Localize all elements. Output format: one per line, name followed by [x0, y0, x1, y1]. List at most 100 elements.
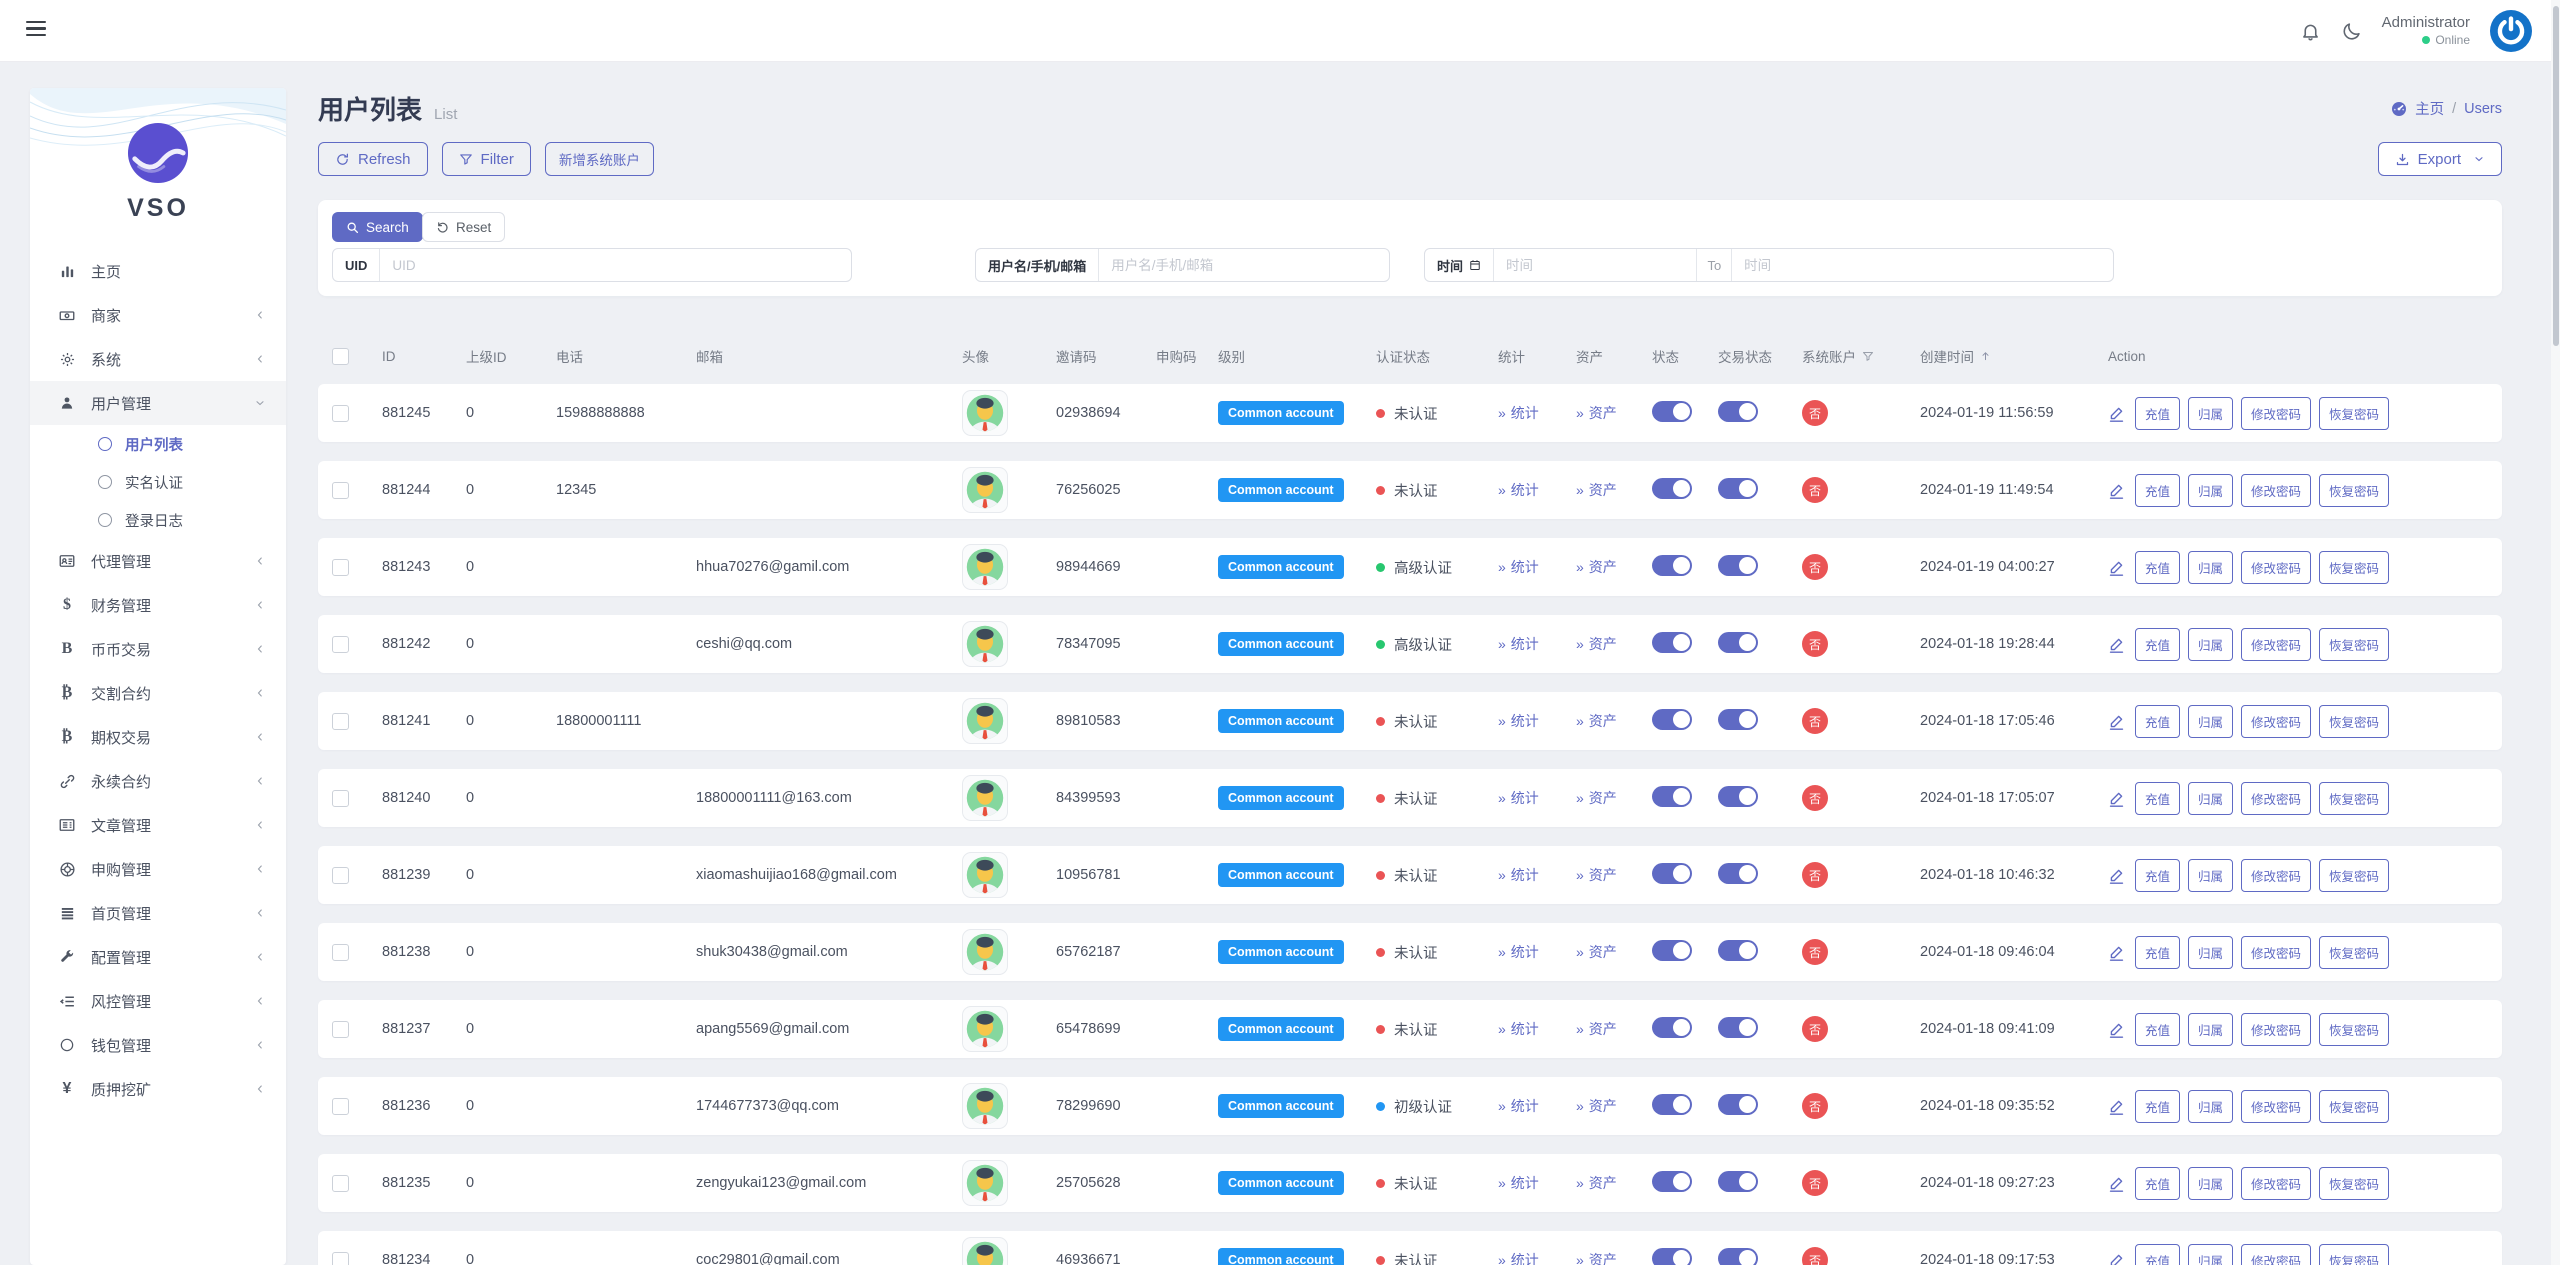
edit-pencil-icon[interactable] — [2108, 1021, 2125, 1038]
edit-pencil-icon[interactable] — [2108, 405, 2125, 422]
change-password-button[interactable]: 修改密码 — [2241, 396, 2312, 430]
assets-link[interactable]: » 资产 — [1576, 867, 1617, 883]
page-scrollbar[interactable] — [2551, 0, 2560, 1265]
sidebar-item-8[interactable]: ₿ 期权交易 — [30, 715, 286, 759]
status-toggle[interactable] — [1652, 554, 1692, 576]
row-checkbox[interactable] — [332, 635, 349, 653]
recharge-button[interactable]: 充值 — [2135, 1166, 2181, 1200]
sidebar-item-9[interactable]: 永续合约 — [30, 759, 286, 803]
sidebar-item-6[interactable]: B 币币交易 — [30, 627, 286, 671]
belong-button[interactable]: 归属 — [2188, 1243, 2234, 1265]
edit-pencil-icon[interactable] — [2108, 636, 2125, 653]
sidebar-item-14[interactable]: 风控管理 — [30, 979, 286, 1023]
trade-status-toggle[interactable] — [1718, 939, 1758, 961]
status-toggle[interactable] — [1652, 862, 1692, 884]
status-toggle[interactable] — [1652, 939, 1692, 961]
sidebar-subitem-1[interactable]: 实名认证 — [30, 463, 286, 501]
assets-link[interactable]: » 资产 — [1576, 1175, 1617, 1191]
edit-pencil-icon[interactable] — [2108, 790, 2125, 807]
assets-link[interactable]: » 资产 — [1576, 559, 1617, 575]
restore-password-button[interactable]: 恢复密码 — [2319, 1243, 2390, 1265]
stats-link[interactable]: » 统计 — [1498, 713, 1539, 729]
recharge-button[interactable]: 充值 — [2135, 627, 2181, 661]
trade-status-toggle[interactable] — [1718, 1247, 1758, 1265]
uid-input[interactable] — [380, 249, 851, 281]
restore-password-button[interactable]: 恢复密码 — [2319, 935, 2390, 969]
status-toggle[interactable] — [1652, 631, 1692, 653]
trade-status-toggle[interactable] — [1718, 708, 1758, 730]
stats-link[interactable]: » 统计 — [1498, 559, 1539, 575]
refresh-button[interactable]: Refresh — [318, 142, 428, 176]
restore-password-button[interactable]: 恢复密码 — [2319, 781, 2390, 815]
trade-status-toggle[interactable] — [1718, 1016, 1758, 1038]
change-password-button[interactable]: 修改密码 — [2241, 1166, 2312, 1200]
restore-password-button[interactable]: 恢复密码 — [2319, 1089, 2390, 1123]
row-checkbox[interactable] — [332, 866, 349, 884]
edit-pencil-icon[interactable] — [2108, 559, 2125, 576]
stats-link[interactable]: » 统计 — [1498, 405, 1539, 421]
belong-button[interactable]: 归属 — [2188, 781, 2234, 815]
trade-status-toggle[interactable] — [1718, 400, 1758, 422]
admin-info[interactable]: Administrator Online — [2382, 14, 2470, 48]
admin-avatar[interactable] — [2490, 10, 2532, 52]
belong-button[interactable]: 归属 — [2188, 1166, 2234, 1200]
status-toggle[interactable] — [1652, 785, 1692, 807]
recharge-button[interactable]: 充值 — [2135, 935, 2181, 969]
funnel-icon[interactable] — [1862, 350, 1874, 362]
sidebar-item-7[interactable]: ₿ 交割合约 — [30, 671, 286, 715]
change-password-button[interactable]: 修改密码 — [2241, 1012, 2312, 1046]
trade-status-toggle[interactable] — [1718, 862, 1758, 884]
change-password-button[interactable]: 修改密码 — [2241, 704, 2312, 738]
assets-link[interactable]: » 资产 — [1576, 790, 1617, 806]
trade-status-toggle[interactable] — [1718, 1170, 1758, 1192]
reset-button[interactable]: Reset — [422, 212, 506, 242]
trade-status-toggle[interactable] — [1718, 1093, 1758, 1115]
time-end-input[interactable] — [1732, 249, 2113, 281]
row-checkbox[interactable] — [332, 404, 349, 422]
sidebar-item-13[interactable]: 配置管理 — [30, 935, 286, 979]
sidebar-item-11[interactable]: 申购管理 — [30, 847, 286, 891]
stats-link[interactable]: » 统计 — [1498, 482, 1539, 498]
sidebar-item-12[interactable]: 首页管理 — [30, 891, 286, 935]
row-checkbox[interactable] — [332, 1251, 349, 1265]
user-input[interactable] — [1099, 249, 1389, 281]
assets-link[interactable]: » 资产 — [1576, 713, 1617, 729]
notifications-bell-icon[interactable] — [2300, 21, 2321, 42]
trade-status-toggle[interactable] — [1718, 785, 1758, 807]
stats-link[interactable]: » 统计 — [1498, 1098, 1539, 1114]
assets-link[interactable]: » 资产 — [1576, 636, 1617, 652]
recharge-button[interactable]: 充值 — [2135, 858, 2181, 892]
restore-password-button[interactable]: 恢复密码 — [2319, 1012, 2390, 1046]
change-password-button[interactable]: 修改密码 — [2241, 627, 2312, 661]
edit-pencil-icon[interactable] — [2108, 482, 2125, 499]
sidebar-subitem-0[interactable]: 用户列表 — [30, 425, 286, 463]
change-password-button[interactable]: 修改密码 — [2241, 858, 2312, 892]
belong-button[interactable]: 归属 — [2188, 396, 2234, 430]
breadcrumb-home[interactable]: 主页 — [2415, 98, 2444, 119]
stats-link[interactable]: » 统计 — [1498, 790, 1539, 806]
stats-link[interactable]: » 统计 — [1498, 944, 1539, 960]
stats-link[interactable]: » 统计 — [1498, 867, 1539, 883]
belong-button[interactable]: 归属 — [2188, 1089, 2234, 1123]
recharge-button[interactable]: 充值 — [2135, 1089, 2181, 1123]
change-password-button[interactable]: 修改密码 — [2241, 781, 2312, 815]
restore-password-button[interactable]: 恢复密码 — [2319, 627, 2390, 661]
sidebar-item-1[interactable]: 商家 — [30, 293, 286, 337]
assets-link[interactable]: » 资产 — [1576, 1098, 1617, 1114]
search-button[interactable]: Search — [332, 212, 423, 242]
change-password-button[interactable]: 修改密码 — [2241, 1089, 2312, 1123]
status-toggle[interactable] — [1652, 400, 1692, 422]
filter-button[interactable]: Filter — [441, 142, 531, 176]
status-toggle[interactable] — [1652, 1016, 1692, 1038]
assets-link[interactable]: » 资产 — [1576, 1252, 1617, 1265]
belong-button[interactable]: 归属 — [2188, 858, 2234, 892]
row-checkbox[interactable] — [332, 558, 349, 576]
belong-button[interactable]: 归属 — [2188, 473, 2234, 507]
row-checkbox[interactable] — [332, 789, 349, 807]
edit-pencil-icon[interactable] — [2108, 867, 2125, 884]
sidebar-item-10[interactable]: 文章管理 — [30, 803, 286, 847]
hamburger-menu-icon[interactable] — [26, 21, 46, 37]
edit-pencil-icon[interactable] — [2108, 944, 2125, 961]
belong-button[interactable]: 归属 — [2188, 704, 2234, 738]
trade-status-toggle[interactable] — [1718, 631, 1758, 653]
